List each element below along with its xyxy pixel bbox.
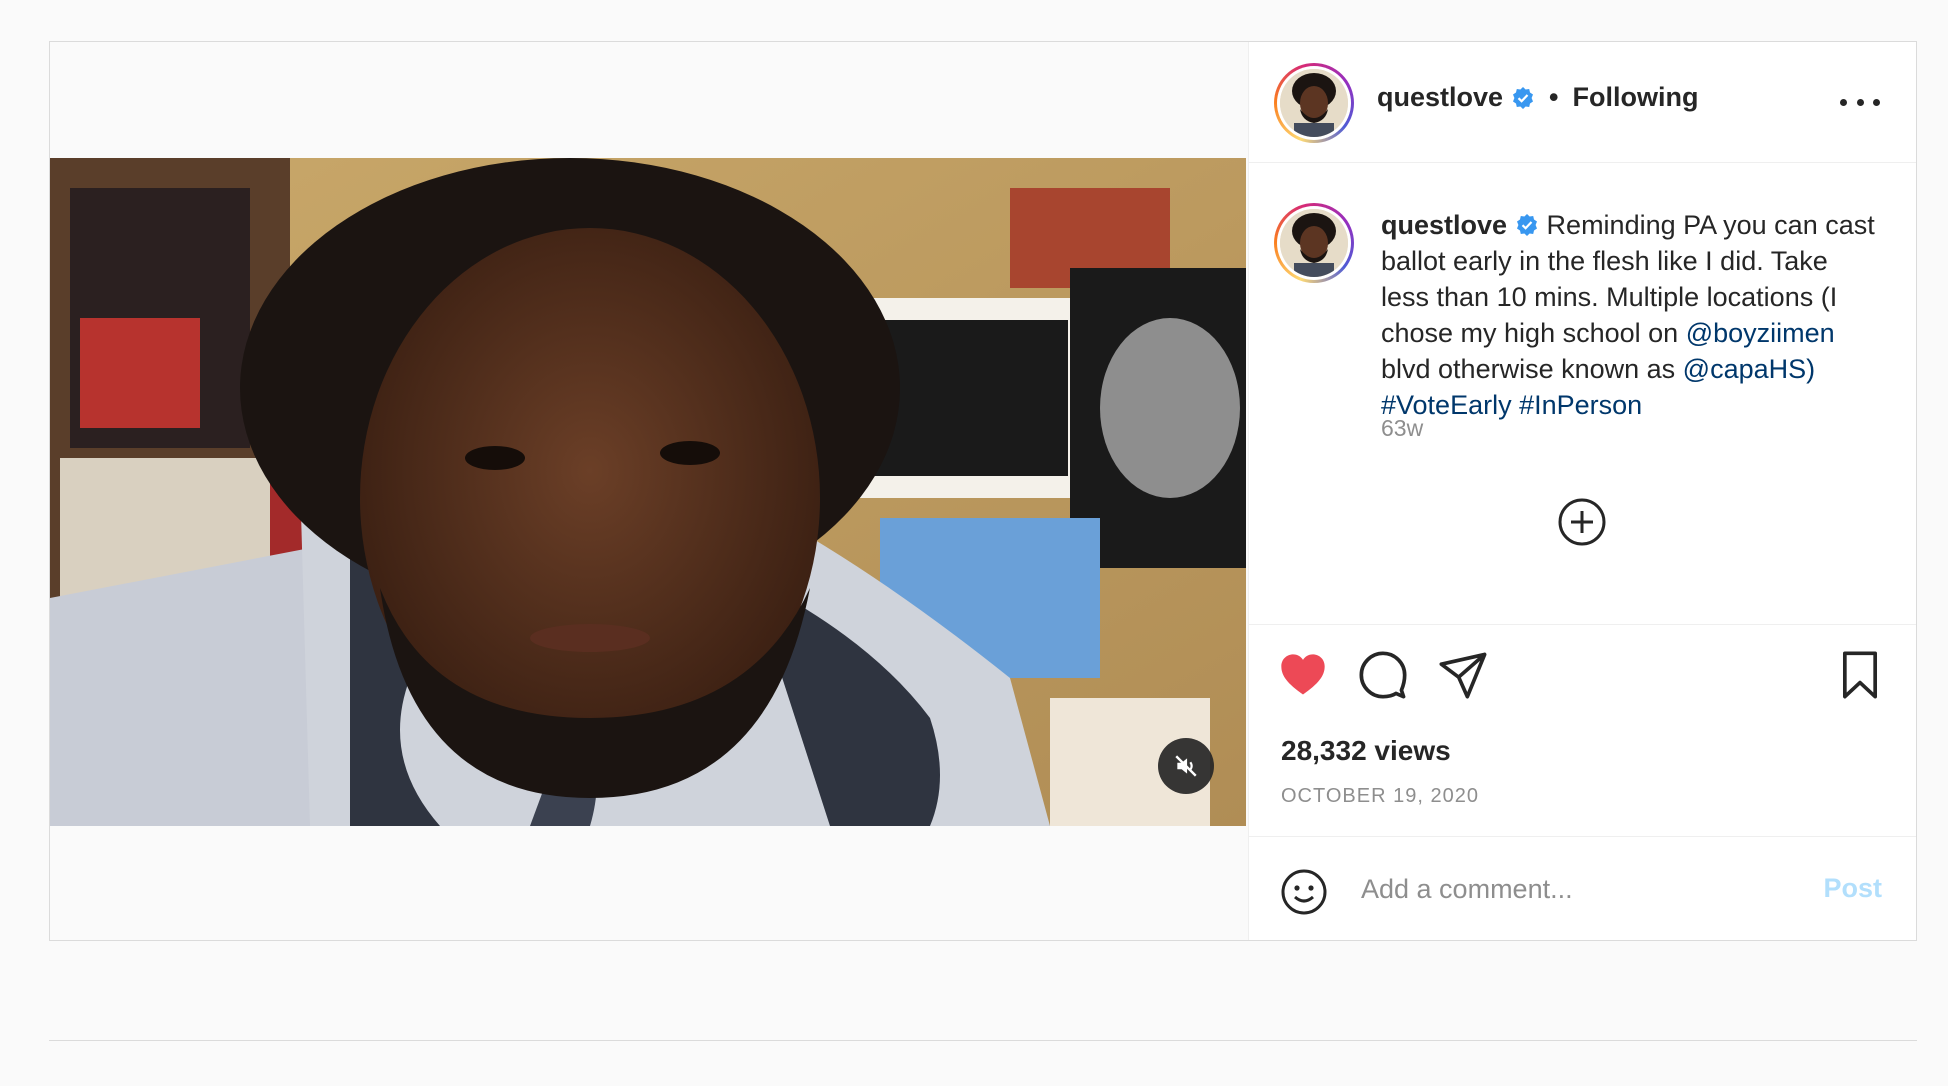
comment-bar: Post xyxy=(1249,837,1916,940)
share-icon[interactable] xyxy=(1437,649,1489,701)
avatar-image xyxy=(1280,209,1348,277)
post-age[interactable]: 63w xyxy=(1381,415,1423,442)
caption-body-2: blvd otherwise known as xyxy=(1381,354,1683,384)
post-comment-button[interactable]: Post xyxy=(1823,873,1882,904)
plus-circle-icon[interactable] xyxy=(1557,497,1607,547)
caption-avatar[interactable] xyxy=(1274,203,1354,283)
verified-badge-icon xyxy=(1517,214,1538,236)
caption-section: questlove Reminding PA you can cast ball… xyxy=(1249,163,1916,625)
separator-dot: • xyxy=(1549,82,1559,112)
post-sidebar: questlove • Following questlove Remindin… xyxy=(1248,42,1916,940)
bookmark-icon[interactable] xyxy=(1834,649,1886,701)
following-button[interactable]: Following xyxy=(1573,82,1699,113)
caption-body-4 xyxy=(1512,390,1520,420)
post-card: questlove • Following questlove Remindin… xyxy=(49,41,1917,941)
verified-badge-icon xyxy=(1513,86,1534,109)
mute-toggle-button[interactable] xyxy=(1158,738,1214,794)
caption-text: questlove Reminding PA you can cast ball… xyxy=(1381,207,1881,423)
caption-username[interactable]: questlove xyxy=(1381,210,1507,240)
avatar-image xyxy=(1280,69,1348,137)
action-bar: 28,332 views OCTOBER 19, 2020 xyxy=(1249,625,1916,837)
comment-icon[interactable] xyxy=(1357,649,1409,701)
video-frame xyxy=(50,158,1246,826)
mention-link[interactable]: @capaHS) xyxy=(1683,354,1815,384)
video-player[interactable] xyxy=(50,158,1246,826)
more-options-icon[interactable] xyxy=(1840,90,1880,114)
hashtag-link[interactable]: #InPerson xyxy=(1519,390,1642,420)
emoji-icon[interactable] xyxy=(1279,867,1329,917)
comment-input[interactable] xyxy=(1359,865,1793,913)
avatar[interactable] xyxy=(1274,63,1354,143)
post-header: questlove • Following xyxy=(1249,42,1916,163)
divider xyxy=(49,1040,1917,1041)
mention-link[interactable]: @boyziimen xyxy=(1686,318,1835,348)
media-column xyxy=(50,42,1248,940)
header-username[interactable]: questlove xyxy=(1377,82,1503,113)
muted-speaker-icon xyxy=(1175,755,1197,777)
post-date: OCTOBER 19, 2020 xyxy=(1281,785,1479,807)
heart-icon[interactable] xyxy=(1277,649,1329,701)
header-user-line: questlove • Following xyxy=(1377,82,1698,113)
view-count[interactable]: 28,332 views xyxy=(1281,735,1451,767)
